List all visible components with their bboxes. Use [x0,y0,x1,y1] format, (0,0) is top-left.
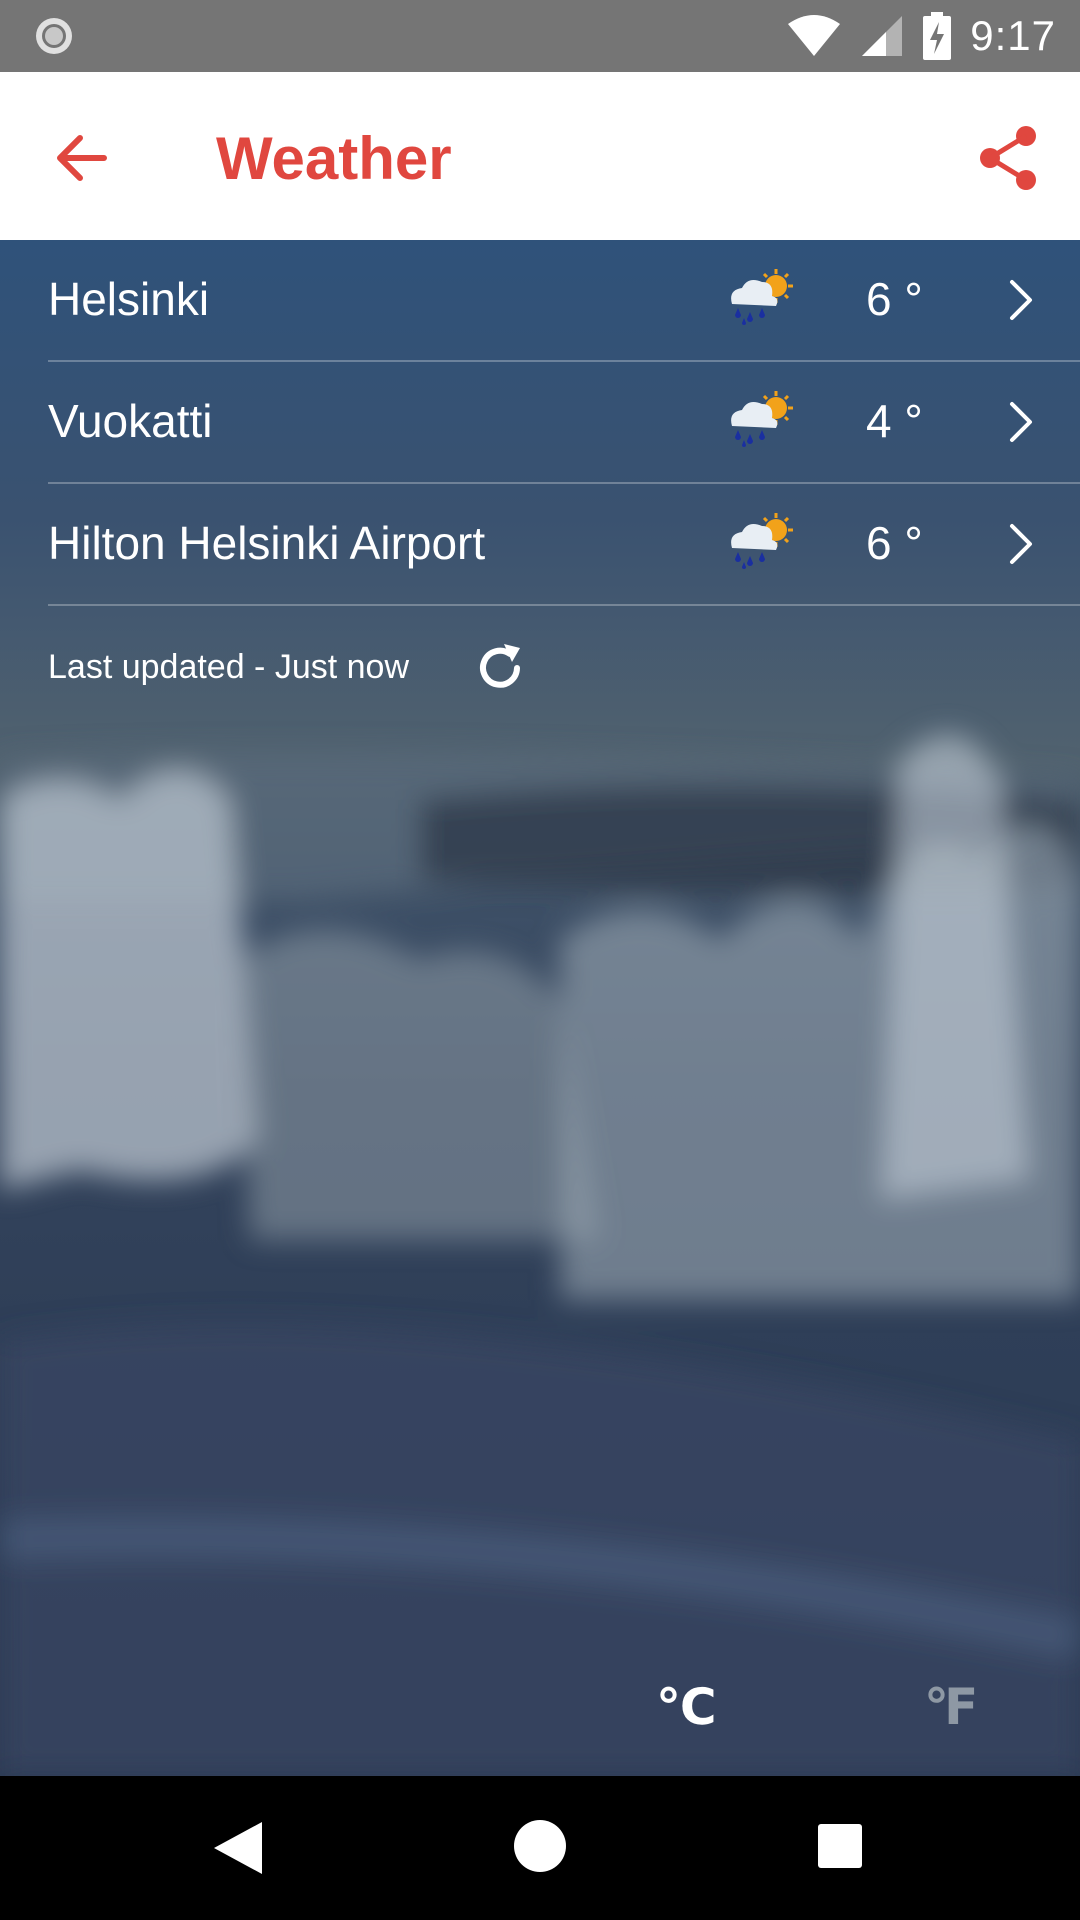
system-nav-bar [0,1776,1080,1920]
cloud-rain-sun-icon [731,513,793,569]
location-name: Hilton Helsinki Airport [48,517,486,569]
location-row[interactable]: Vuokatti 4 ° [48,362,1080,484]
cloud-rain-sun-icon [731,391,793,447]
last-updated-text: Last updated - Just now [48,648,410,686]
cloud-rain-sun-icon [731,269,793,325]
nav-back-icon[interactable] [208,1818,266,1878]
status-bar: 9:17 [0,0,1080,72]
page-title: Weather [216,125,452,192]
location-name: Vuokatti [48,395,213,447]
chevron-right-icon [1010,402,1032,442]
nav-recents-icon[interactable] [818,1824,862,1868]
refresh-icon[interactable] [470,638,530,698]
location-temperature: 6 ° [866,517,923,569]
location-row[interactable]: Hilton Helsinki Airport 6 ° [48,484,1080,606]
chevron-right-icon [1010,280,1032,320]
location-name: Helsinki [48,273,210,325]
chevron-right-icon [1010,524,1032,564]
share-icon[interactable] [972,122,1044,194]
wifi-icon [788,15,841,56]
app-bar: Weather [0,72,1080,240]
nav-home-icon[interactable] [514,1820,566,1872]
weather-content: Helsinki 6 ° Vuokatti 4 ° Hilton Helsink… [0,240,1080,1776]
location-temperature: 4 ° [866,395,923,447]
status-time: 9:17 [970,12,1056,59]
location-row[interactable]: Helsinki 6 ° [48,240,1080,362]
fahrenheit-toggle[interactable]: ℉ [924,1678,978,1736]
signal-icon [862,16,903,56]
celsius-toggle[interactable]: ℃ [656,1678,717,1736]
back-arrow-icon[interactable] [46,122,118,194]
location-temperature: 6 ° [866,273,923,325]
battery-charging-icon [923,12,952,60]
record-icon [36,18,72,54]
